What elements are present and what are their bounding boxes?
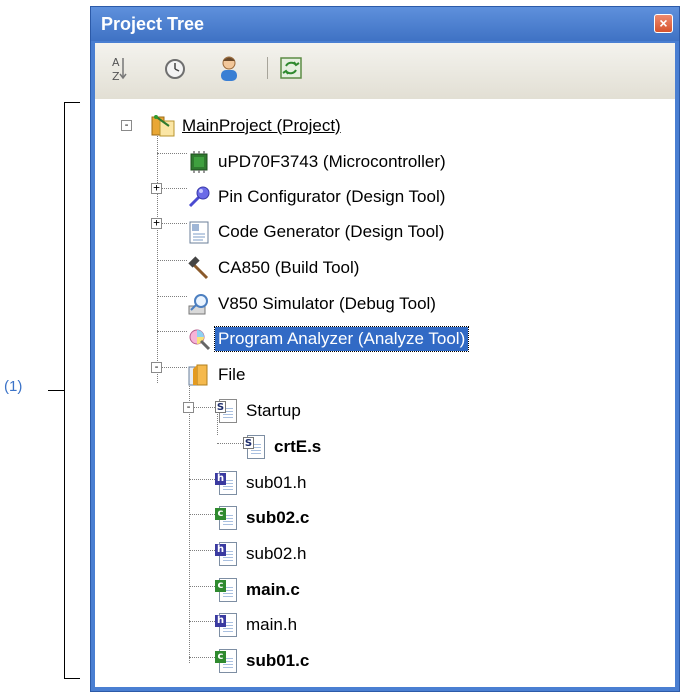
expand-toggle-file[interactable]: - [151, 361, 162, 373]
tree-node-label: uPD70F3743 (Microcontroller) [218, 152, 446, 171]
tree-node-build-tool[interactable]: CA850 (Build Tool) [187, 251, 362, 285]
header-file-icon: h [215, 542, 239, 566]
c-file-icon: c [215, 578, 239, 602]
tree-node-analyze-tool[interactable]: Program Analyzer (Analyze Tool) [187, 322, 470, 356]
panel-toolbar: A Z [95, 43, 675, 99]
tree-node-label: Startup [246, 401, 301, 420]
project-icon [151, 114, 175, 138]
bracket-bottom [64, 678, 80, 679]
tree-node-project[interactable]: MainProject (Project) [151, 109, 344, 143]
tree-node-mainc[interactable]: c main.c [215, 573, 303, 607]
refresh-icon[interactable] [277, 53, 305, 83]
c-file-icon: c [215, 649, 239, 673]
tree-node-label: main.h [246, 615, 298, 634]
tree-node-label: sub01.h [246, 473, 307, 492]
tree-node-crte[interactable]: S crtE.s [243, 430, 324, 464]
tree-node-label: Program Analyzer (Analyze Tool) [213, 326, 470, 352]
tree-node-label: sub02.c [246, 508, 310, 527]
callout-line [48, 390, 64, 391]
tree-node-microcontroller[interactable]: uPD70F3743 (Microcontroller) [187, 145, 449, 179]
clock-icon[interactable] [161, 53, 189, 83]
tree-node-label: sub02.h [246, 544, 307, 563]
tree-node-file[interactable]: File [187, 358, 248, 392]
svg-text:Z: Z [112, 70, 120, 83]
panel-titlebar: Project Tree × [91, 7, 679, 41]
close-icon[interactable]: × [654, 14, 673, 33]
code-generator-icon [187, 220, 211, 244]
header-file-icon: h [215, 613, 239, 637]
analyzer-icon [187, 327, 211, 351]
pin-icon [187, 185, 211, 209]
expand-toggle-pin-configurator[interactable]: + [151, 182, 162, 194]
tree-node-startup[interactable]: S Startup [215, 394, 304, 428]
sort-az-icon[interactable]: A Z [105, 53, 133, 83]
tree-node-sub01h[interactable]: h sub01.h [215, 466, 310, 500]
tree-node-mainh[interactable]: h main.h [215, 608, 300, 642]
tree-node-sub02h[interactable]: h sub02.h [215, 537, 310, 571]
bracket-line [64, 102, 65, 679]
expand-toggle-startup[interactable]: - [183, 401, 194, 413]
tree-node-sub01c[interactable]: c sub01.c [215, 644, 312, 678]
person-icon[interactable] [215, 53, 243, 83]
bracket-top [64, 102, 80, 103]
chip-icon [187, 150, 211, 174]
tree-node-debug-tool[interactable]: V850 Simulator (Debug Tool) [187, 287, 439, 321]
tree-node-label: crtE.s [274, 437, 322, 456]
c-file-icon: c [215, 506, 239, 530]
tree-node-label: V850 Simulator (Debug Tool) [218, 294, 436, 313]
tree-node-label: Pin Configurator (Design Tool) [218, 187, 446, 206]
tree-node-label: sub01.c [246, 651, 310, 670]
tree-node-pin-configurator[interactable]: Pin Configurator (Design Tool) [187, 180, 448, 214]
tree-node-label: File [218, 365, 246, 384]
header-file-icon: h [215, 471, 239, 495]
tree-node-sub02c[interactable]: c sub02.c [215, 501, 312, 535]
folder-icon [187, 363, 211, 387]
asm-folder-icon: S [215, 399, 239, 423]
tree-node-label: Code Generator (Design Tool) [218, 222, 445, 241]
expand-toggle-project[interactable]: - [121, 119, 132, 131]
callout-label: (1) [4, 378, 23, 395]
svg-text:A: A [112, 56, 120, 69]
asm-file-icon: S [243, 435, 267, 459]
expand-toggle-code-generator[interactable]: + [151, 217, 162, 229]
tree-node-label: MainProject (Project) [182, 116, 341, 135]
hammer-icon [187, 256, 211, 280]
panel-title: Project Tree [101, 14, 205, 34]
tree-node-label: main.c [246, 580, 300, 599]
tree-node-label: CA850 (Build Tool) [218, 258, 360, 277]
tree-node-code-generator[interactable]: Code Generator (Design Tool) [187, 215, 447, 249]
project-tree: - + + - - MainProject (Project) uPD70F37… [95, 99, 675, 687]
project-tree-panel: Project Tree × A Z - + + - - MainProject… [90, 6, 680, 692]
simulator-icon [187, 292, 211, 316]
toolbar-separator [267, 57, 268, 79]
